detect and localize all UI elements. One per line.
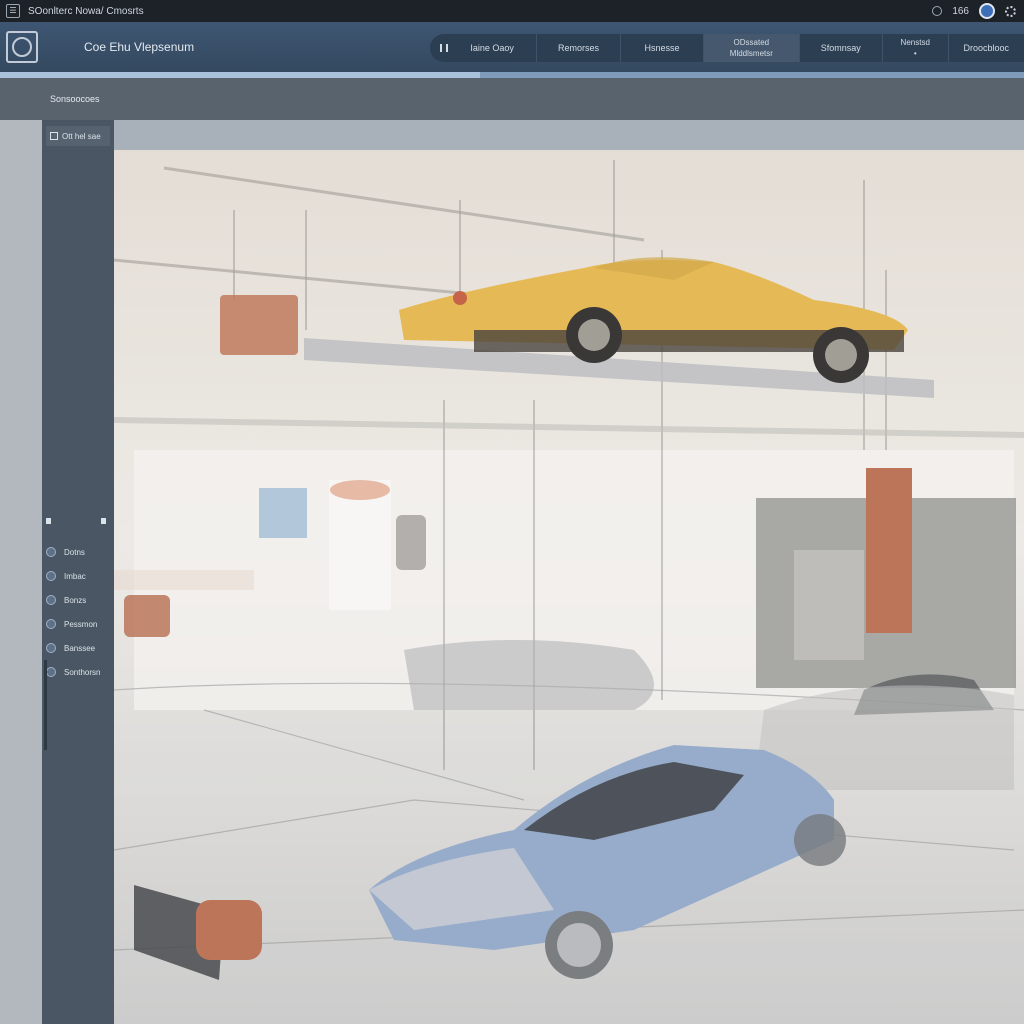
main-nav: Iaine Oaoy Remorses Hsnesse ODssated Mldd…	[430, 34, 1024, 62]
sidebar-expand-icon[interactable]	[101, 518, 106, 524]
nav-item-3[interactable]: Hsnesse	[621, 34, 705, 62]
item-icon	[46, 547, 56, 557]
sidebar-header[interactable]: Ott hel sae	[46, 126, 110, 146]
status-text: 166	[952, 5, 969, 17]
app-header: Coe Ehu Vlepsenum Iaine Oaoy Remorses Hs…	[0, 22, 1024, 72]
os-top-bar: ☰ SOonlterc Nowa/ Cmosrts 166	[0, 0, 1024, 22]
garage-scene-illustration	[114, 150, 1024, 1024]
sidebar-controls	[46, 518, 106, 524]
status-icon	[932, 6, 943, 16]
app-logo-icon[interactable]	[6, 31, 38, 63]
scene-canvas[interactable]	[114, 150, 1024, 1024]
nav-item-5[interactable]: Sfomnsay	[800, 34, 883, 62]
sidebar-collapse-icon[interactable]	[46, 518, 51, 524]
user-avatar[interactable]	[979, 3, 995, 19]
nav-item-1[interactable]: Iaine Oaoy	[448, 34, 538, 62]
canvas-toolbar	[114, 120, 1024, 150]
nav-item-6[interactable]: Nenstsd •	[883, 34, 949, 62]
window-menu-icon[interactable]: ☰	[6, 4, 20, 18]
item-icon	[46, 643, 56, 653]
item-icon	[46, 667, 56, 677]
settings-gear-icon[interactable]	[1005, 5, 1016, 17]
window-title: SOonlterc Nowa/ Cmosrts	[28, 5, 144, 17]
nav-item-4[interactable]: ODssated Mlddlsmetsr	[704, 34, 800, 62]
sub-toolbar: Sonsoocoes	[0, 78, 1024, 120]
sidebar-scroll-rail[interactable]	[44, 660, 47, 750]
sidebar-item-6[interactable]: Sonthorsn	[46, 660, 112, 684]
nav-menu-icon[interactable]	[440, 44, 448, 52]
sidebar-item-3[interactable]: Bonzs	[46, 588, 112, 612]
nav-item-7[interactable]: Droocblooc	[949, 34, 1024, 62]
sidebar-list: Dotns Imbac Bonzs Pessmon Banssee Sontho…	[46, 540, 112, 684]
breadcrumb[interactable]: Sonsoocoes	[50, 94, 100, 104]
nav-item-2[interactable]: Remorses	[537, 34, 621, 62]
app-title: Coe Ehu Vlepsenum	[84, 40, 195, 54]
sidebar-header-label: Ott hel sae	[62, 131, 101, 141]
item-icon	[46, 619, 56, 629]
item-icon	[46, 571, 56, 581]
sidebar-item-2[interactable]: Imbac	[46, 564, 112, 588]
sidebar: Ott hel sae Dotns Imbac Bonzs Pessmon Ba…	[42, 120, 114, 1024]
sidebar-item-5[interactable]: Banssee	[46, 636, 112, 660]
item-icon	[46, 595, 56, 605]
os-status-area: 166	[932, 3, 1016, 19]
sidebar-header-icon	[50, 132, 58, 140]
left-gutter	[0, 120, 42, 1024]
sidebar-item-4[interactable]: Pessmon	[46, 612, 112, 636]
sidebar-item-1[interactable]: Dotns	[46, 540, 112, 564]
